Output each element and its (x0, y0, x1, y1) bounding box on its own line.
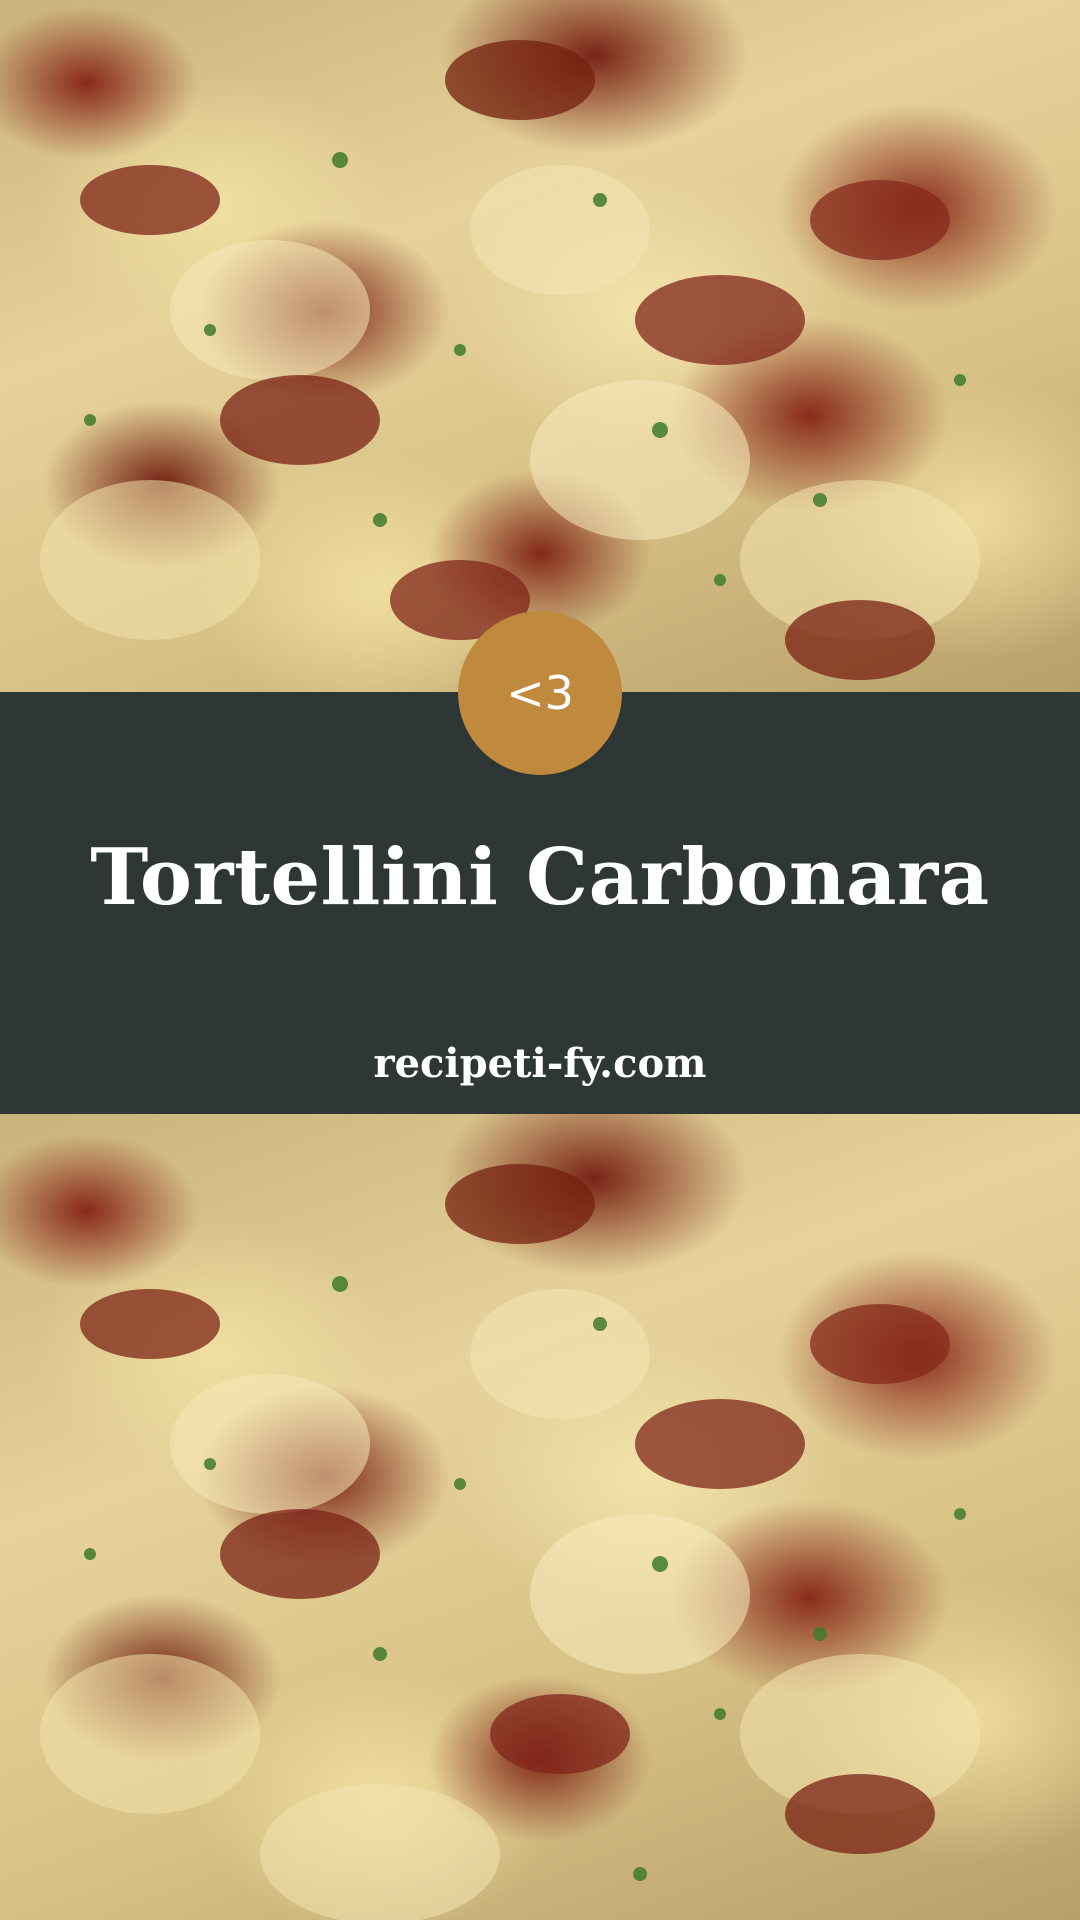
badge-label: <3 (506, 666, 574, 720)
recipe-title: Tortellini Carbonara (90, 832, 990, 923)
food-photo-texture (40, 1164, 980, 1920)
food-photo-texture (40, 40, 980, 680)
recipe-pin: Tortellini Carbonara recipeti-fy.com <3 (0, 0, 1080, 1920)
food-photo-bottom (0, 1114, 1080, 1920)
food-photo-top (0, 0, 1080, 692)
website-label: recipeti-fy.com (373, 1040, 707, 1087)
heart-badge: <3 (458, 611, 622, 775)
